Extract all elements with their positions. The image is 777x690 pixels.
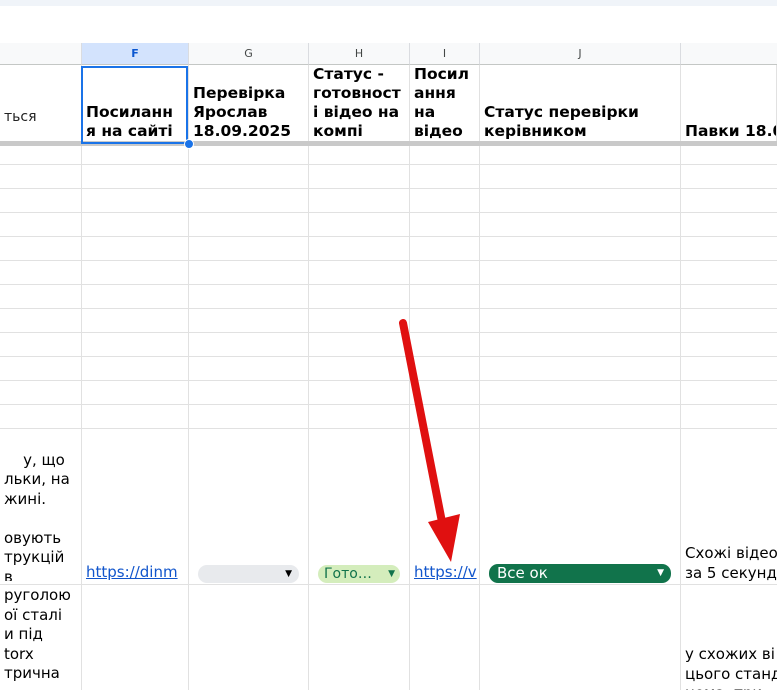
arrow-shaft [399, 319, 447, 531]
arrow-head-icon [428, 514, 460, 562]
red-arrow-annotation [399, 319, 460, 562]
